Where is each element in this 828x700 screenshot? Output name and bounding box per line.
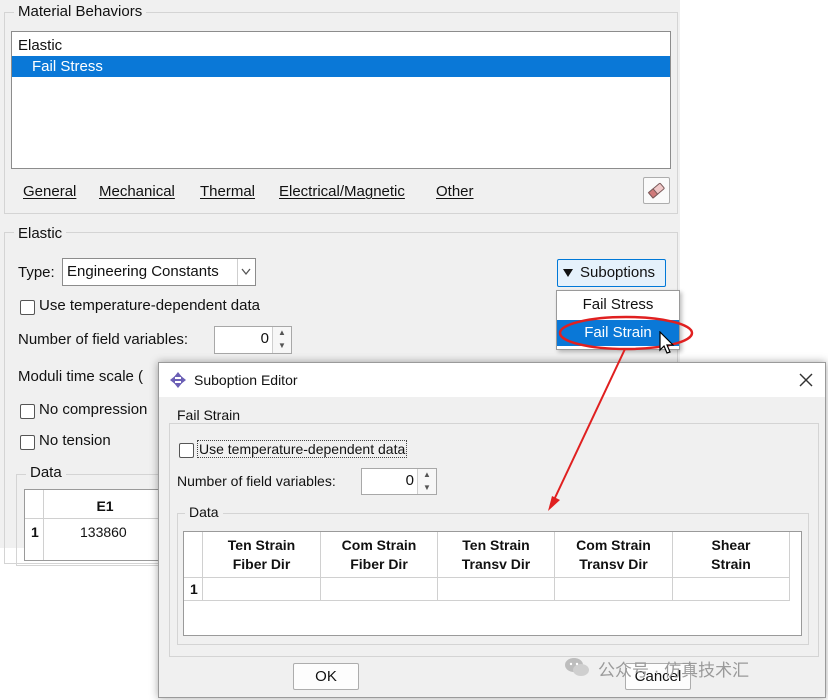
annotation-arrow-head	[548, 496, 560, 511]
annotation-overlay	[548, 315, 694, 511]
annotation-arrow-line	[552, 348, 626, 503]
mouse-cursor-icon	[659, 331, 675, 354]
